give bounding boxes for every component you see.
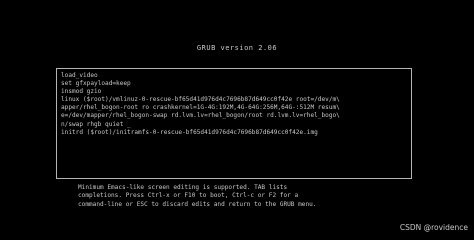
editor-line-insmod[interactable]: insmod gzio	[61, 88, 407, 96]
editor-line-initrd[interactable]: initrd ($root)/initramfs-0-rescue-bf65d4…	[61, 129, 407, 137]
boot-entry-editor[interactable]: load_video set gfxpayload=keep insmod gz…	[56, 68, 412, 179]
watermark: CSDN @rovidence	[399, 223, 468, 232]
help-line-1: Minimum Emacs-like screen editing is sup…	[78, 184, 288, 191]
grub-version-title: GRUB version 2.06	[196, 44, 278, 52]
editor-line-load-video[interactable]: load_video	[61, 72, 407, 80]
help-text: Minimum Emacs-like screen editing is sup…	[78, 184, 398, 209]
editor-line-linux-1[interactable]: linux ($root)/vmlinuz-0-rescue-bf65d41d9…	[61, 96, 407, 104]
editor-line-linux-4[interactable]: n/swap rhgb quiet _	[61, 121, 407, 129]
editor-line-gfxpayload[interactable]: set gfxpayload=keep	[61, 80, 407, 88]
help-line-3: command-line or ESC to discard edits and…	[78, 200, 317, 208]
editor-line-linux-2[interactable]: apper/rhel_bogon-root ro crashkernel=1G-…	[61, 104, 407, 112]
help-line-2: completions. Press Ctrl-x or F10 to boot…	[78, 192, 299, 200]
editor-line-linux-3[interactable]: e=/dev/mapper/rhel_bogon-swap rd.lvm.lv=…	[61, 112, 407, 120]
